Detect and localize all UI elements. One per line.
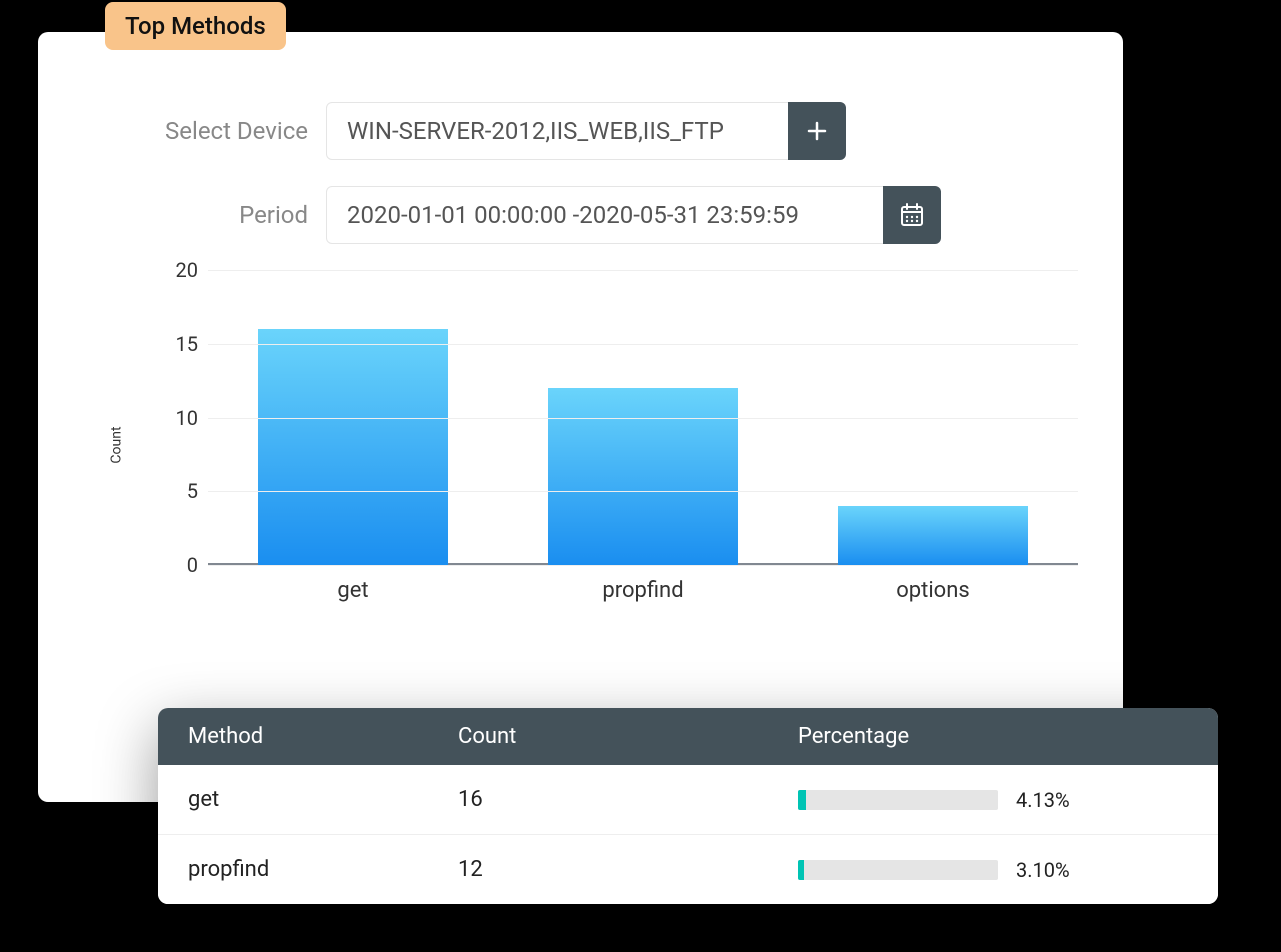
- filters: Select Device WIN-SERVER-2012,IIS_WEB,II…: [133, 102, 1073, 244]
- bar-slot: options: [788, 506, 1078, 565]
- main-card: Select Device WIN-SERVER-2012,IIS_WEB,II…: [38, 32, 1123, 802]
- cell-count: 12: [458, 857, 798, 882]
- table-body: get16 4.13% propfind12 3.10%: [158, 765, 1218, 904]
- y-tick-label: 5: [168, 479, 198, 503]
- gridline: [208, 270, 1078, 271]
- device-filter-row: Select Device WIN-SERVER-2012,IIS_WEB,II…: [133, 102, 1073, 160]
- device-label: Select Device: [133, 117, 308, 145]
- device-filter-group: WIN-SERVER-2012,IIS_WEB,IIS_FTP: [326, 102, 846, 160]
- gridline: [208, 491, 1078, 492]
- bar[interactable]: [258, 329, 448, 565]
- bar-slot: propfind: [498, 388, 788, 565]
- period-filter-group: 2020-01-01 00:00:00 -2020-05-31 23:59:59: [326, 186, 941, 244]
- bar[interactable]: [838, 506, 1028, 565]
- x-tick-label: options: [896, 578, 970, 603]
- period-filter-row: Period 2020-01-01 00:00:00 -2020-05-31 2…: [133, 186, 1073, 244]
- y-tick-label: 20: [168, 258, 198, 282]
- period-label: Period: [133, 201, 308, 229]
- y-tick-label: 10: [168, 406, 198, 430]
- y-tick-label: 15: [168, 332, 198, 356]
- bar[interactable]: [548, 388, 738, 565]
- cell-count: 16: [458, 787, 798, 812]
- header-count: Count: [458, 724, 798, 749]
- gridline: [208, 418, 1078, 419]
- x-tick-label: propfind: [602, 578, 683, 603]
- date-picker-button[interactable]: [883, 186, 941, 244]
- data-table: Method Count Percentage get16 4.13% propfi…: [158, 708, 1218, 904]
- percentage-bar: [798, 860, 998, 880]
- percentage-text: 4.13%: [1016, 788, 1086, 812]
- percentage-bar: [798, 790, 998, 810]
- add-device-button[interactable]: [788, 102, 846, 160]
- chart-plot: getpropfindoptions: [208, 270, 1078, 565]
- header-method: Method: [188, 724, 458, 749]
- bar-slot: get: [208, 329, 498, 565]
- percentage-fill: [798, 860, 804, 880]
- cell-percentage: 3.10%: [798, 858, 1188, 882]
- gridline: [208, 565, 1078, 566]
- y-tick-label: 0: [168, 553, 198, 577]
- table-header: Method Count Percentage: [158, 708, 1218, 765]
- table-row[interactable]: propfind12 3.10%: [158, 835, 1218, 904]
- percentage-text: 3.10%: [1016, 858, 1086, 882]
- percentage-fill: [798, 790, 806, 810]
- y-axis-label: Count: [109, 426, 125, 463]
- gridline: [208, 344, 1078, 345]
- x-tick-label: get: [337, 578, 368, 603]
- cell-percentage: 4.13%: [798, 788, 1188, 812]
- page-title-badge: Top Methods: [105, 2, 286, 50]
- chart: Count getpropfindoptions 05101520: [108, 270, 1073, 620]
- cell-method: get: [188, 787, 458, 812]
- period-input[interactable]: 2020-01-01 00:00:00 -2020-05-31 23:59:59: [326, 186, 901, 244]
- table-row[interactable]: get16 4.13%: [158, 765, 1218, 835]
- cell-method: propfind: [188, 857, 458, 882]
- device-input[interactable]: WIN-SERVER-2012,IIS_WEB,IIS_FTP: [326, 102, 806, 160]
- calendar-icon: [899, 202, 925, 228]
- plus-icon: [806, 120, 828, 142]
- header-percentage: Percentage: [798, 724, 1188, 749]
